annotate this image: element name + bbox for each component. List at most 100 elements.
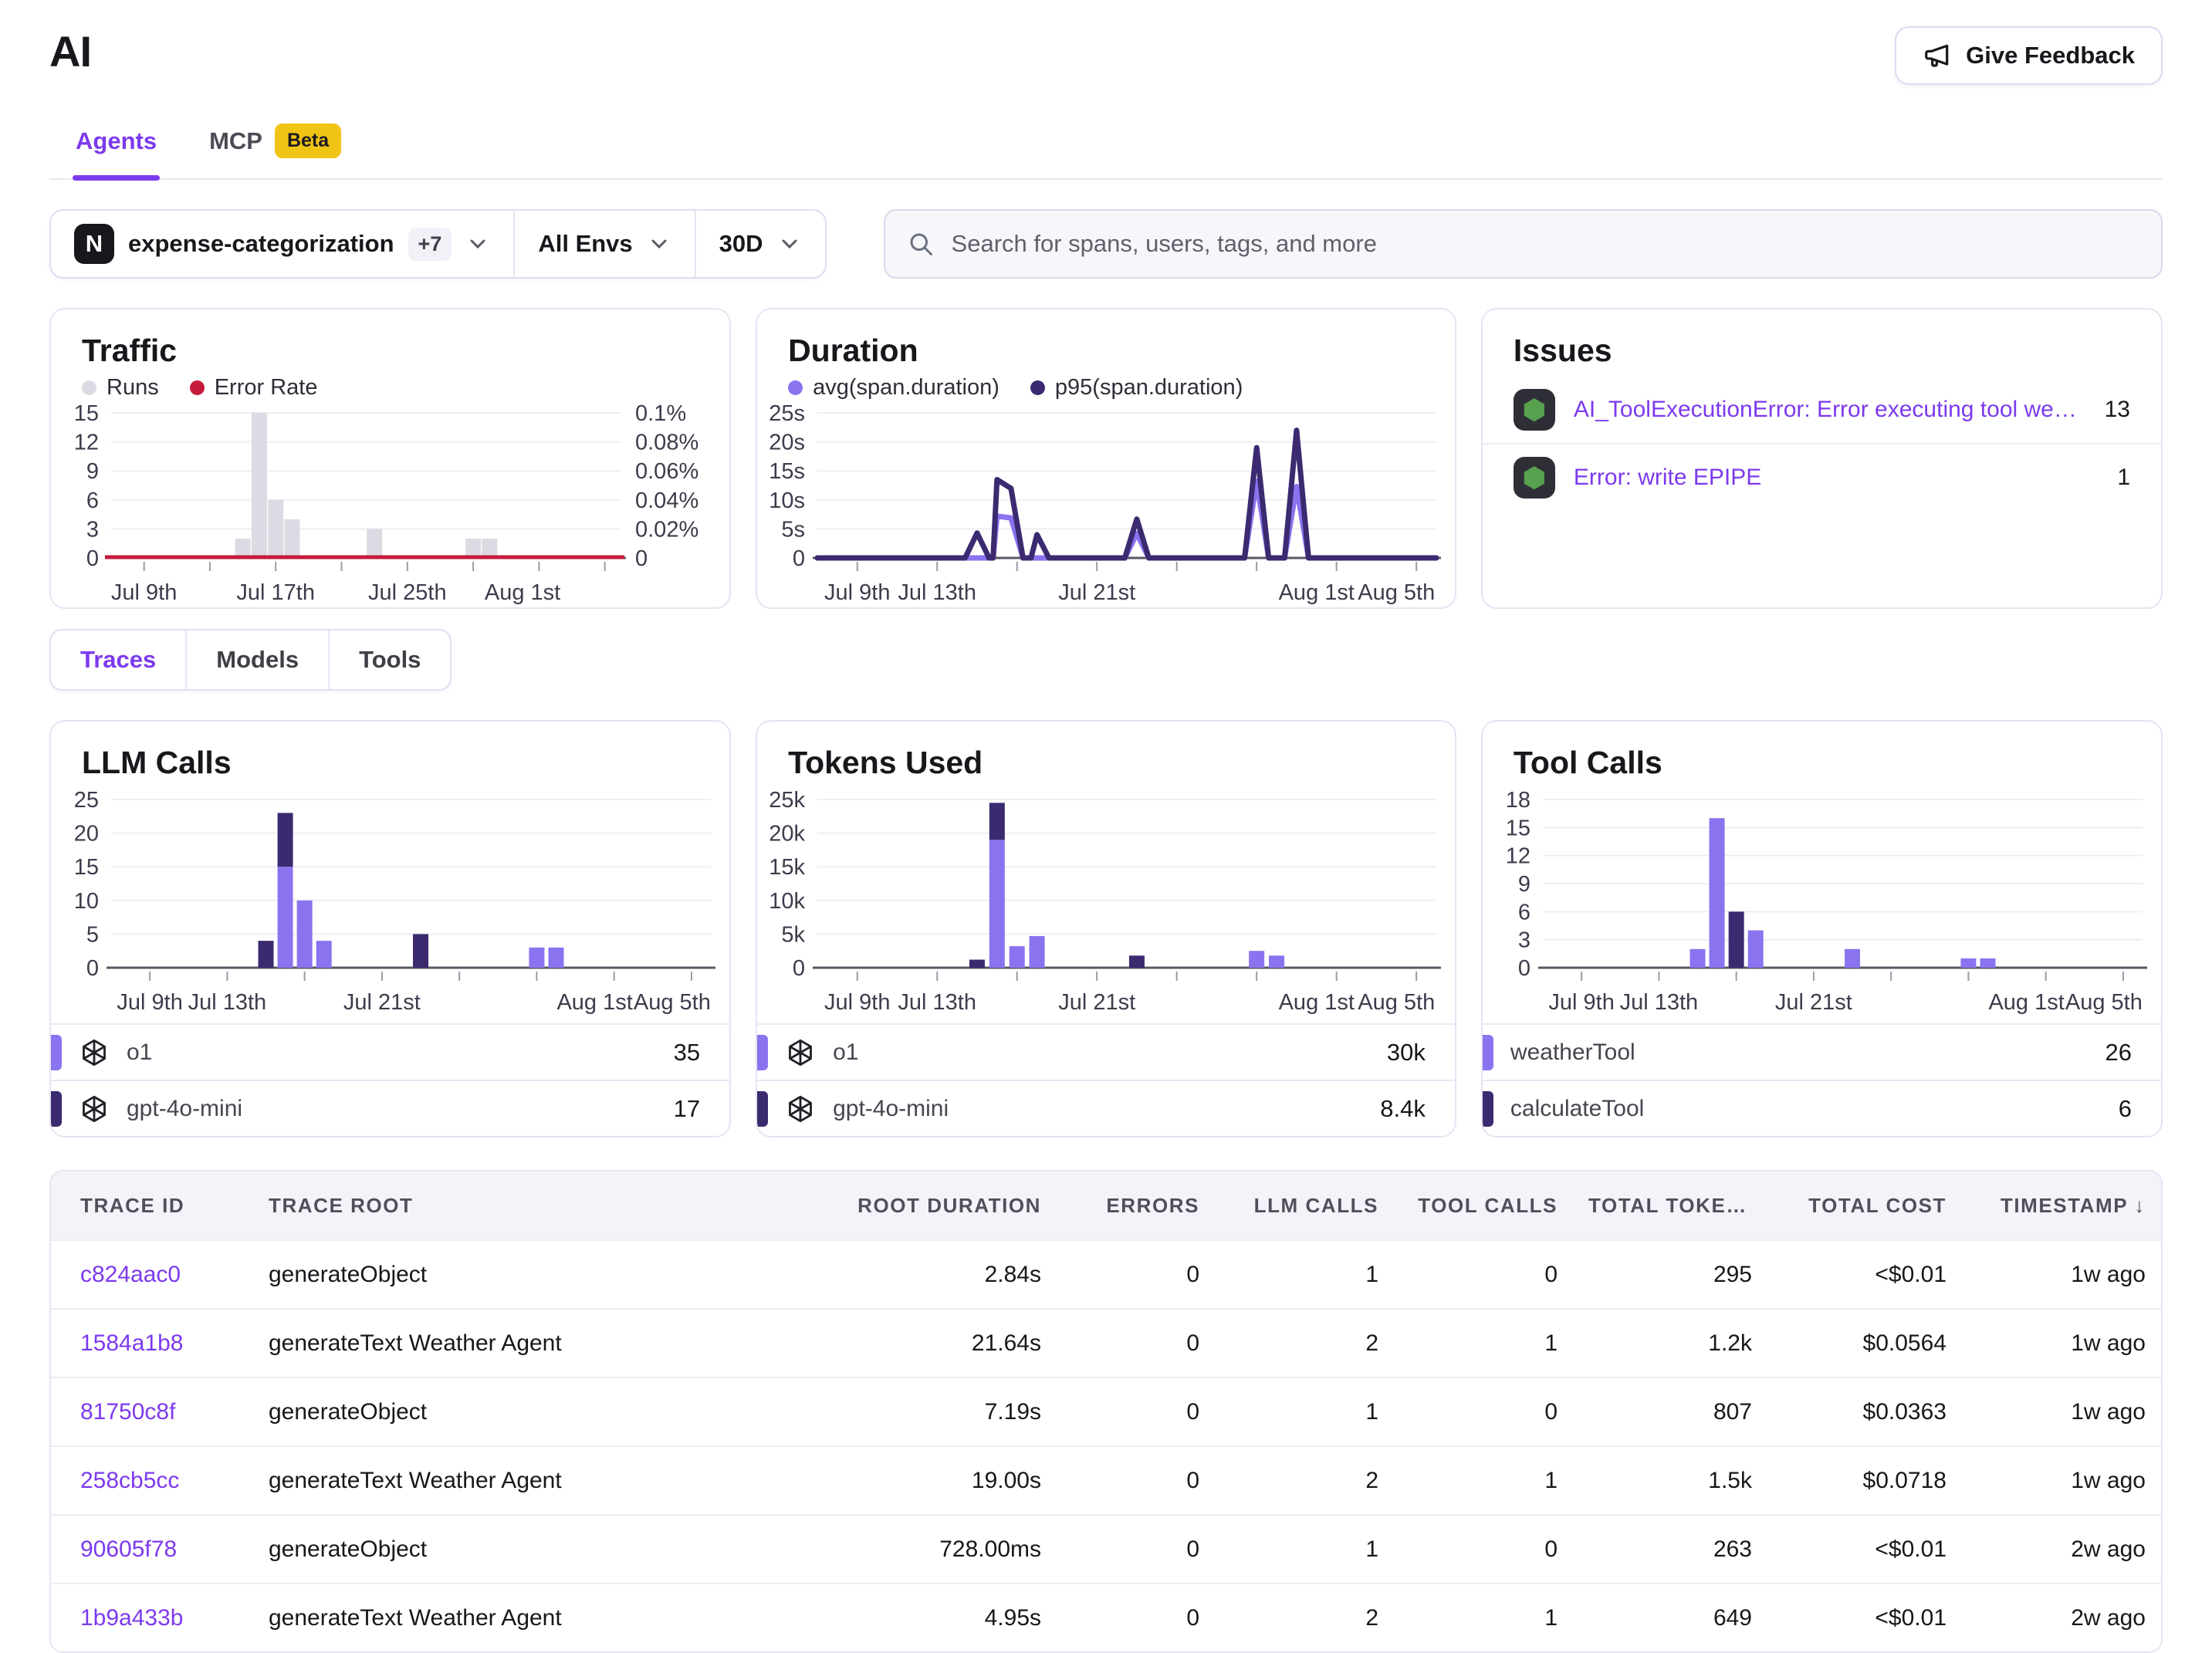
svg-text:20: 20 xyxy=(74,822,99,847)
svg-text:6: 6 xyxy=(86,488,99,513)
svg-text:0.06%: 0.06% xyxy=(635,459,698,484)
project-filter-dropdown[interactable]: N expense-categorization +7 xyxy=(51,211,513,277)
tool-calls-chart: 0369121518Jul 9thJul 13thJul 21stAug 1st… xyxy=(1483,789,2161,1017)
tab-agents[interactable]: Agents xyxy=(73,113,160,178)
svg-text:25k: 25k xyxy=(769,789,805,813)
timestamp-value: 1w ago xyxy=(2071,1330,2146,1356)
issue-row[interactable]: ⬢Error: write EPIPE1 xyxy=(1483,443,2161,511)
table-row[interactable]: c824aac0generateObject2.84s010295<$0.011… xyxy=(51,1239,2161,1308)
svg-text:Jul 13th: Jul 13th xyxy=(1620,990,1699,1015)
table-row[interactable]: 90605f78generateObject728.00ms010263<$0.… xyxy=(51,1514,2161,1583)
legend-label: Error Rate xyxy=(215,375,318,401)
trace-id-cell: 90605f78 xyxy=(51,1536,253,1563)
trace-id-link[interactable]: 1b9a433b xyxy=(80,1605,183,1631)
openai-icon xyxy=(785,1094,816,1124)
megaphone-icon xyxy=(1923,41,1952,70)
column-header-root[interactable]: TRACE ROOT xyxy=(253,1194,802,1218)
svg-text:Jul 13th: Jul 13th xyxy=(188,990,267,1015)
series-total-row[interactable]: calculateTool6 xyxy=(1483,1080,2161,1136)
column-header-time[interactable]: TIMESTAMP ↓ xyxy=(1962,1194,2161,1218)
llm-calls-chart: 0510152025Jul 9thJul 13thJul 21stAug 1st… xyxy=(51,789,729,1017)
tool-calls-totals: weatherTool26calculateTool6 xyxy=(1483,1023,2161,1136)
series-name: gpt-4o-mini xyxy=(127,1096,242,1122)
time-range-dropdown[interactable]: 30D xyxy=(695,211,825,277)
series-total-row[interactable]: gpt-4o-mini8.4k xyxy=(757,1080,1455,1136)
timestamp-cell: 1w ago xyxy=(1962,1468,2161,1494)
trace-id-link[interactable]: c824aac0 xyxy=(80,1262,181,1287)
column-header-tokens[interactable]: TOTAL TOKENS xyxy=(1573,1194,1767,1218)
table-row[interactable]: 258cb5ccgenerateText Weather Agent19.00s… xyxy=(51,1445,2161,1514)
svg-text:Jul 17th: Jul 17th xyxy=(236,580,315,605)
cost-cell: <$0.01 xyxy=(1767,1605,1962,1631)
trace-id-link[interactable]: 1584a1b8 xyxy=(80,1330,183,1356)
svg-text:Aug 1st: Aug 1st xyxy=(485,580,560,605)
legend-dot-icon xyxy=(788,380,803,395)
svg-text:Aug 1st: Aug 1st xyxy=(1988,990,2064,1015)
openai-icon xyxy=(79,1094,110,1124)
search-bar[interactable] xyxy=(884,209,2163,279)
tool-cell: 0 xyxy=(1394,1262,1573,1288)
trace-id-link[interactable]: 258cb5cc xyxy=(80,1468,179,1493)
tokens-used-chart: 05k10k15k20k25kJul 9thJul 13thJul 21stAu… xyxy=(757,789,1455,1017)
tokens-cell: 1.2k xyxy=(1573,1330,1767,1357)
series-total-row[interactable]: weatherTool26 xyxy=(1483,1023,2161,1080)
tab-mcp[interactable]: MCP Beta xyxy=(206,113,344,178)
tab-agents-label: Agents xyxy=(76,127,157,155)
llm-calls-title: LLM Calls xyxy=(82,745,698,781)
env-filter-dropdown[interactable]: All Envs xyxy=(513,211,694,277)
svg-text:Jul 9th: Jul 9th xyxy=(1548,990,1614,1015)
series-total-row[interactable]: o130k xyxy=(757,1023,1455,1080)
issue-link[interactable]: Error: write EPIPE xyxy=(1574,465,2099,491)
tool-calls-title: Tool Calls xyxy=(1514,745,2130,781)
column-header-llm[interactable]: LLM CALLS xyxy=(1215,1194,1394,1218)
tokens-cell: 1.5k xyxy=(1573,1468,1767,1494)
svg-text:5: 5 xyxy=(86,922,99,947)
tab-traces[interactable]: Traces xyxy=(51,630,185,689)
legend-label: Runs xyxy=(107,375,159,401)
timestamp-cell: 1w ago xyxy=(1962,1262,2161,1288)
column-header-duration[interactable]: ROOT DURATION xyxy=(802,1194,1057,1218)
table-row[interactable]: 1b9a433bgenerateText Weather Agent4.95s0… xyxy=(51,1583,2161,1651)
tab-models[interactable]: Models xyxy=(185,630,328,689)
tool-cell: 1 xyxy=(1394,1605,1573,1631)
tab-mcp-label: MCP xyxy=(209,127,262,155)
series-total-row[interactable]: o135 xyxy=(51,1023,729,1080)
series-total-value: 8.4k xyxy=(1380,1095,1426,1123)
column-header-tool[interactable]: TOOL CALLS xyxy=(1394,1194,1573,1218)
issues-list: ⬢AI_ToolExecutionError: Error executing … xyxy=(1483,377,2161,511)
svg-text:18: 18 xyxy=(1506,789,1530,813)
errors-cell: 0 xyxy=(1057,1330,1215,1357)
root-cell: generateObject xyxy=(253,1262,802,1288)
series-total-row[interactable]: gpt-4o-mini17 xyxy=(51,1080,729,1136)
svg-text:0.1%: 0.1% xyxy=(635,402,686,426)
search-icon xyxy=(907,230,935,258)
svg-text:20s: 20s xyxy=(769,431,805,455)
svg-text:Jul 25th: Jul 25th xyxy=(368,580,447,605)
search-input[interactable] xyxy=(950,229,2139,259)
filter-bar: N expense-categorization +7 All Envs 30D xyxy=(49,209,827,279)
table-row[interactable]: 1584a1b8generateText Weather Agent21.64s… xyxy=(51,1308,2161,1377)
legend-item: Runs xyxy=(82,375,159,401)
svg-text:Jul 21st: Jul 21st xyxy=(343,990,421,1015)
issue-row[interactable]: ⬢AI_ToolExecutionError: Error executing … xyxy=(1483,377,2161,443)
give-feedback-button[interactable]: Give Feedback xyxy=(1895,26,2163,85)
svg-text:15k: 15k xyxy=(769,855,805,880)
timestamp-cell: 1w ago xyxy=(1962,1330,2161,1357)
tab-tools[interactable]: Tools xyxy=(328,630,450,689)
traces-table-header: TRACE IDTRACE ROOTROOT DURATIONERRORSLLM… xyxy=(51,1171,2161,1239)
issue-link[interactable]: AI_ToolExecutionError: Error executing t… xyxy=(1574,397,2086,423)
trace-id-link[interactable]: 90605f78 xyxy=(80,1536,177,1562)
traffic-chart: 0369121500.02%0.04%0.06%0.08%0.1%Jul 9th… xyxy=(51,402,729,607)
column-header-id[interactable]: TRACE ID xyxy=(51,1194,253,1218)
trace-id-link[interactable]: 81750c8f xyxy=(80,1399,175,1425)
series-name: o1 xyxy=(127,1039,152,1066)
duration-legend: avg(span.duration)p95(span.duration) xyxy=(788,375,1424,401)
column-header-errors[interactable]: ERRORS xyxy=(1057,1194,1215,1218)
column-header-cost[interactable]: TOTAL COST xyxy=(1767,1194,1962,1218)
tool-calls-card: Tool Calls 0369121518Jul 9thJul 13thJul … xyxy=(1481,720,2163,1137)
svg-text:Jul 9th: Jul 9th xyxy=(117,990,182,1015)
page-title: AI xyxy=(49,26,91,76)
tokens-cell: 263 xyxy=(1573,1536,1767,1563)
table-row[interactable]: 81750c8fgenerateObject7.19s010807$0.0363… xyxy=(51,1377,2161,1445)
svg-text:0: 0 xyxy=(86,956,99,981)
